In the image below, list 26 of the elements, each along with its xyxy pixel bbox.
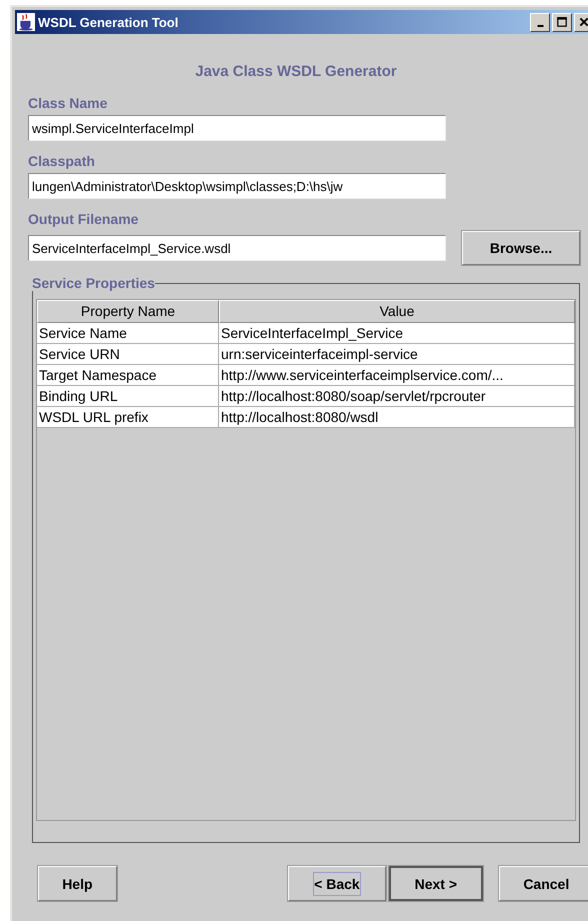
table-cell: Service URN	[37, 344, 219, 365]
column-header[interactable]: Value	[219, 300, 575, 323]
table-cell: urn:serviceinterfaceimpl-service	[219, 344, 575, 365]
window-title: WSDL Generation Tool	[38, 14, 180, 30]
column-header[interactable]: Property Name	[37, 300, 219, 323]
input-field[interactable]: ServiceInterfaceImpl_Service.wsdl	[28, 235, 446, 261]
field-label: Class Name	[28, 95, 108, 111]
table-cell: Binding URL	[37, 386, 219, 407]
table-cell: ServiceInterfaceImpl_Service	[219, 323, 575, 344]
dialog-button[interactable]: Help	[38, 866, 117, 901]
table-cell: WSDL URL prefix	[37, 407, 219, 428]
dialog-heading: Java Class WSDL Generator	[194, 63, 398, 80]
dialog-button[interactable]: Cancel	[498, 866, 588, 901]
table-cell: http://localhost:8080/soap/servlet/rpcrouter	[219, 386, 575, 407]
table-cell: Service Name	[37, 323, 219, 344]
table-cell: Target Namespace	[37, 365, 219, 386]
input-field[interactable]: wsimpl.ServiceInterfaceImpl	[28, 115, 446, 141]
table-cell: http://localhost:8080/wsdl	[219, 407, 575, 428]
group-title: Service Properties	[32, 275, 155, 291]
input-field[interactable]: lungen\Administrator\Desktop\wsimpl\classes;D:\hs\jw	[28, 173, 446, 199]
dialog-button[interactable]: < Back	[288, 866, 386, 901]
table-cell: http://www.serviceinterfaceimplservice.com/...	[219, 365, 575, 386]
field-label: Output Filename	[28, 211, 140, 227]
dialog-button[interactable]: Next >	[389, 866, 483, 901]
field-label: Classpath	[28, 153, 96, 169]
browse-button[interactable]: Browse...	[462, 231, 580, 265]
